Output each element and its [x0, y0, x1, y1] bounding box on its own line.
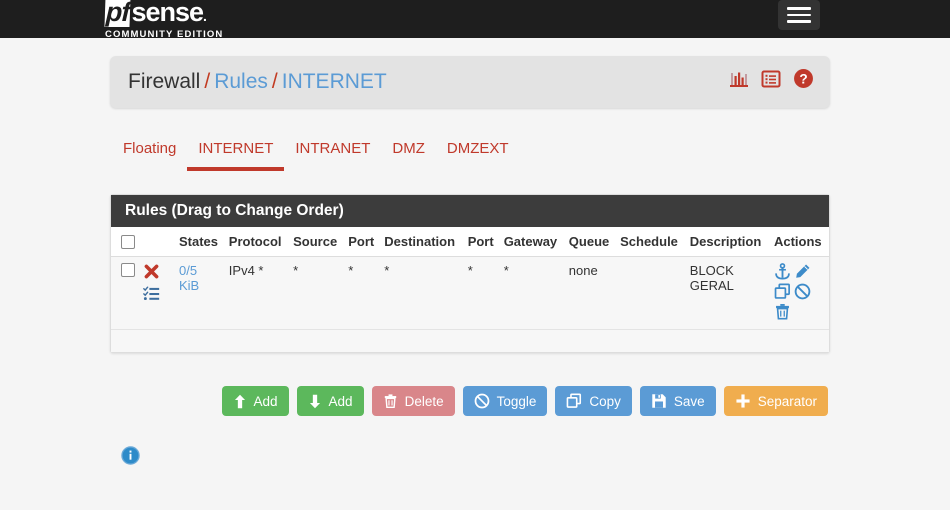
cell-source: *	[289, 256, 345, 330]
row-select-checkbox[interactable]	[121, 263, 135, 277]
cell-queue: none	[564, 256, 617, 330]
col-header-schedule: Schedule	[616, 227, 686, 257]
rules-action-buttons: Add Add Delete Toggle Copy Save Separato…	[221, 386, 828, 416]
rules-table-head: States Protocol Source Port Destination …	[111, 227, 829, 257]
cell-schedule	[616, 256, 686, 330]
brand-wordmark: pfsense.	[104, 0, 285, 31]
breadcrumb-separator: /	[271, 70, 278, 93]
arrow-down-icon	[308, 394, 322, 409]
list-log-icon[interactable]	[761, 69, 781, 89]
breadcrumb-item-rules[interactable]: Rules	[214, 70, 268, 93]
rule-status-cell	[139, 256, 175, 330]
cell-protocol: IPv4 *	[224, 256, 290, 330]
svg-text:?: ?	[799, 72, 807, 87]
trash-delete-icon	[383, 393, 398, 409]
add-rule-top-button[interactable]: Add	[221, 386, 289, 416]
hamburger-bar	[787, 20, 811, 23]
col-header-protocol: Protocol	[224, 227, 290, 257]
breadcrumb: Firewall / Rules / INTERNET	[128, 68, 387, 96]
cell-actions	[769, 256, 829, 330]
col-header-description: Description	[685, 227, 770, 257]
info-circle-icon[interactable]	[121, 446, 140, 470]
interface-tab-bar: Floating INTERNET INTRANET DMZ DMZEXT	[112, 136, 832, 171]
col-header-states: States	[175, 227, 225, 257]
select-all-checkbox[interactable]	[121, 234, 135, 249]
breadcrumb-panel: Firewall / Rules / INTERNET ?	[110, 56, 830, 108]
table-row[interactable]: 0/5 KiB IPv4 * * * * * * none BLOCK GERA…	[111, 256, 829, 330]
toggle-button[interactable]: Toggle	[462, 386, 548, 416]
tab-floating[interactable]: Floating	[112, 136, 187, 167]
cell-source-port: *	[344, 256, 381, 330]
breadcrumb-icon-group: ?	[729, 68, 814, 89]
block-x-icon[interactable]	[143, 263, 171, 280]
rules-table-body: 0/5 KiB IPv4 * * * * * * none BLOCK GERA…	[111, 256, 829, 330]
chart-bar-icon[interactable]	[729, 69, 749, 89]
col-header-actions: Actions	[769, 227, 829, 257]
tab-internet[interactable]: INTERNET	[187, 136, 285, 171]
tab-intranet[interactable]: INTRANET	[284, 136, 381, 167]
cell-destination: *	[380, 256, 464, 330]
hamburger-bar	[787, 7, 811, 10]
cell-destination-port: *	[463, 256, 500, 330]
cell-gateway: *	[499, 256, 565, 330]
breadcrumb-item-firewall: Firewall	[128, 70, 201, 93]
pencil-edit-icon[interactable]	[794, 263, 811, 283]
delete-button[interactable]: Delete	[371, 386, 455, 416]
delete-button-label: Delete	[404, 393, 444, 409]
save-button[interactable]: Save	[639, 386, 716, 416]
ban-disable-icon[interactable]	[794, 283, 811, 303]
states-bytes[interactable]: KiB	[179, 278, 221, 293]
add-rule-top-label: Add	[253, 393, 278, 409]
col-header-destination-port: Port	[463, 227, 500, 257]
toggle-button-label: Toggle	[496, 393, 537, 409]
col-header-destination: Destination	[380, 227, 464, 257]
rule-status-header	[139, 227, 175, 257]
trash-delete-icon[interactable]	[774, 303, 791, 323]
col-header-gateway: Gateway	[499, 227, 565, 257]
col-header-queue: Queue	[564, 227, 617, 257]
save-button-label: Save	[673, 393, 705, 409]
cell-states: 0/5 KiB	[175, 256, 225, 330]
breadcrumb-separator: /	[204, 70, 211, 93]
row-select-cell	[111, 256, 139, 330]
description-line-2: GERAL	[689, 278, 734, 293]
brand-pf-mark: pf	[104, 0, 132, 27]
add-rule-bottom-button[interactable]: Add	[296, 386, 364, 416]
floppy-save-icon	[651, 393, 667, 409]
brand-sense-text: sense	[131, 0, 204, 27]
add-rule-bottom-label: Add	[328, 393, 353, 409]
top-navbar: pfsense. COMMUNITY EDITION	[0, 0, 950, 40]
plus-icon	[735, 393, 751, 409]
pfsense-brand-logo[interactable]: pfsense. COMMUNITY EDITION	[104, 0, 285, 40]
col-header-source: Source	[289, 227, 345, 257]
help-question-icon[interactable]: ?	[793, 68, 814, 89]
brand-dot: .	[203, 8, 207, 24]
rules-panel: Rules (Drag to Change Order) States Prot…	[110, 194, 830, 353]
copy-icon	[566, 393, 582, 409]
copy-button-label: Copy	[589, 393, 621, 409]
breadcrumb-item-internet[interactable]: INTERNET	[282, 70, 387, 93]
rules-panel-footer	[111, 330, 829, 352]
arrow-up-icon	[233, 394, 247, 409]
copy-icon[interactable]	[774, 283, 791, 303]
cell-description: BLOCK GERAL	[685, 256, 770, 330]
tasks-list-icon[interactable]	[143, 285, 171, 301]
tab-dmz[interactable]: DMZ	[381, 136, 436, 167]
brand-edition-label: COMMUNITY EDITION	[105, 29, 224, 40]
select-all-header	[111, 227, 139, 257]
anchor-icon[interactable]	[774, 263, 791, 283]
ban-disable-icon	[474, 393, 490, 409]
hamburger-menu-icon[interactable]	[778, 0, 820, 30]
states-count[interactable]: 0/5	[179, 263, 221, 278]
col-header-source-port: Port	[344, 227, 381, 257]
description-line-1: BLOCK	[689, 263, 734, 278]
separator-button-label: Separator	[757, 393, 817, 409]
hamburger-bar	[787, 13, 811, 16]
rules-table: States Protocol Source Port Destination …	[111, 227, 829, 330]
separator-button[interactable]: Separator	[723, 386, 828, 416]
tab-dmzext[interactable]: DMZEXT	[436, 136, 520, 167]
table-header-row: States Protocol Source Port Destination …	[111, 227, 829, 257]
copy-button[interactable]: Copy	[555, 386, 632, 416]
rules-panel-title: Rules (Drag to Change Order)	[111, 195, 829, 227]
